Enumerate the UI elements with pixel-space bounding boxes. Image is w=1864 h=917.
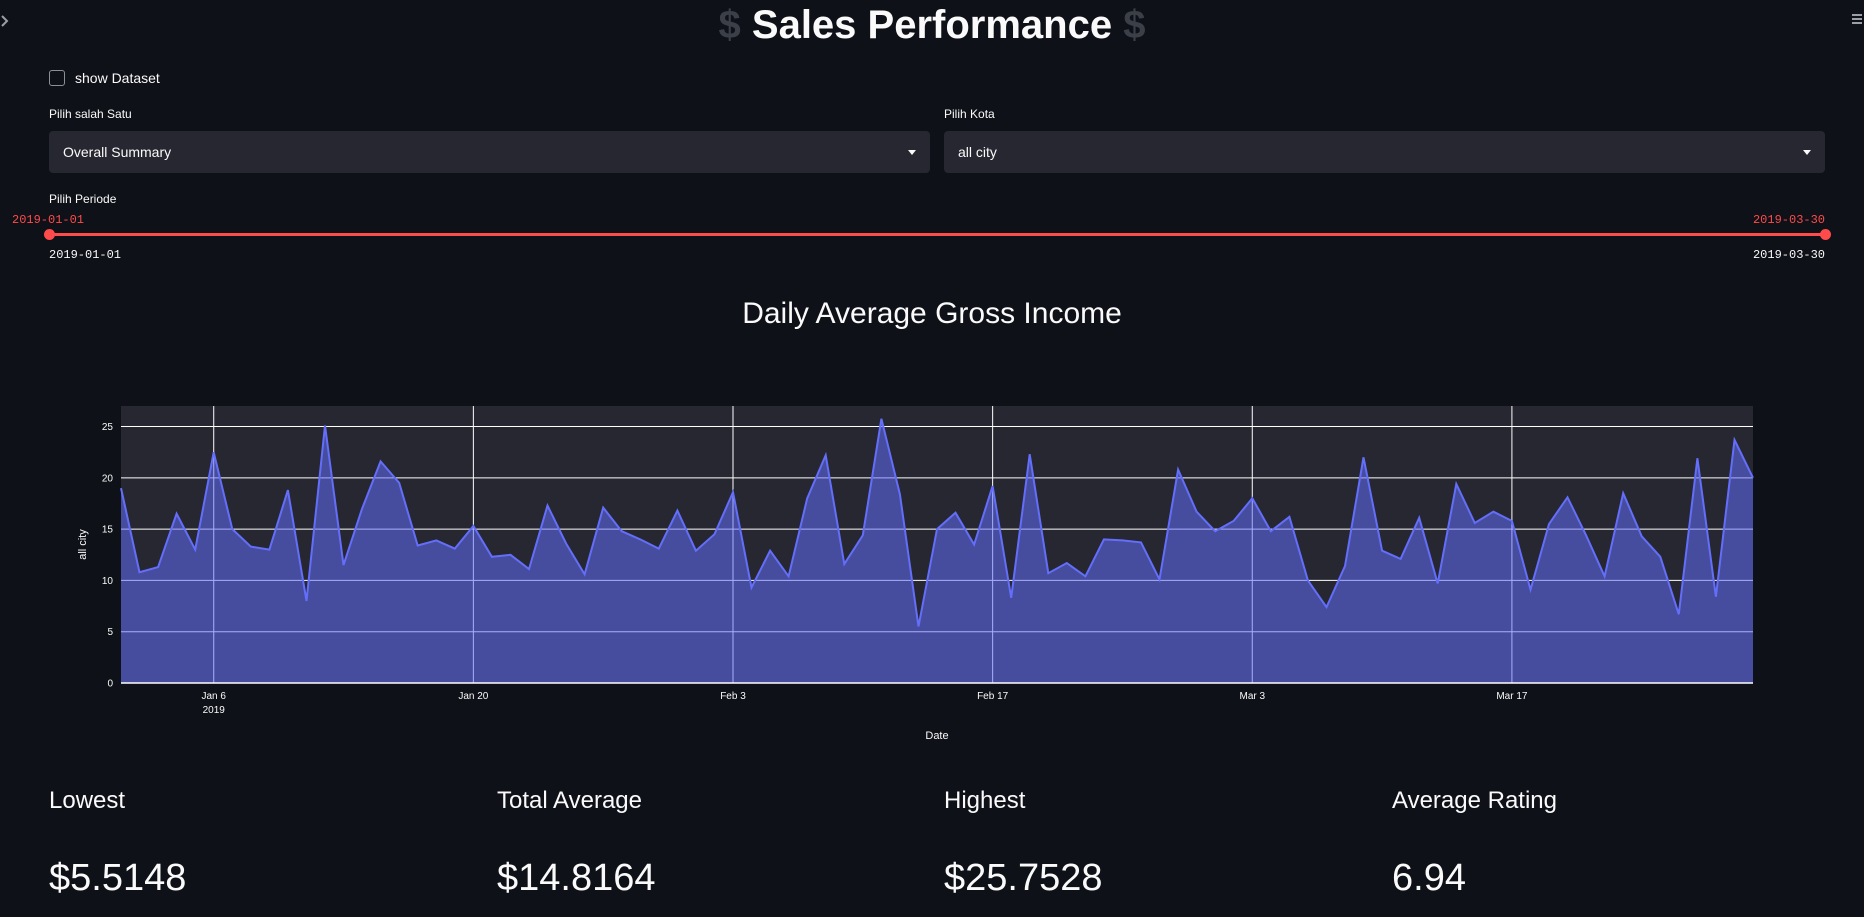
show-dataset-label: show Dataset [75,70,160,86]
dollar-right: $ [1123,3,1146,47]
slider-end-value: 2019-03-30 [1752,213,1825,227]
y-tick-label: 10 [102,576,114,587]
y-axis-title: all city [77,529,89,560]
metric-average-value: $14.8164 [497,857,656,899]
y-tick-label: 20 [102,473,114,484]
x-tick-label: Feb 3 [720,691,746,702]
metric-lowest-label: Lowest [49,787,126,814]
page-title: $ Sales Performance $ [0,2,1864,48]
slider-start-value: 2019-01-01 [12,213,85,227]
metric-rating-label: Average Rating [1392,787,1557,814]
city-select[interactable]: all city [944,131,1825,173]
y-tick-label: 5 [107,627,113,638]
metric-highest-value: $25.7528 [944,857,1103,899]
y-tick-label: 25 [102,422,114,433]
chart-title: Daily Average Gross Income [742,297,1122,330]
chevron-down-icon [908,149,916,155]
dollar-left: $ [718,3,741,47]
show-dataset-checkbox[interactable] [49,70,65,86]
period-label: Pilih Periode [49,192,117,206]
x-tick-label: Mar 3 [1239,691,1265,702]
period-slider-end-handle[interactable] [1820,229,1831,240]
x-tick-year-label: 2019 [203,705,226,716]
city-select-value: all city [958,144,997,160]
period-slider-track[interactable] [49,233,1825,236]
metric-rating-value: 6.94 [1392,857,1466,899]
x-tick-label: Jan 20 [458,691,488,702]
x-tick-label: Feb 17 [977,691,1009,702]
period-slider-start-handle[interactable] [44,229,55,240]
summary-select-value: Overall Summary [63,144,172,160]
summary-select[interactable]: Overall Summary [49,131,930,173]
show-dataset-toggle[interactable]: show Dataset [49,70,160,86]
metric-lowest-value: $5.5148 [49,857,187,899]
chevron-down-icon [1803,149,1811,155]
metric-highest-label: Highest [944,787,1026,814]
y-tick-label: 15 [102,525,114,536]
summary-select-label: Pilih salah Satu [49,107,132,121]
y-tick-label: 0 [107,679,113,690]
gross-income-chart[interactable]: 0 5 10 15 20 25 Jan 6 2019 Jan 20 Feb 3 Feb 17 Mar … [0,390,1864,750]
title-text: Sales Performance [751,3,1113,47]
x-tick-label: Jan 6 [201,691,226,702]
x-tick-label: Mar 17 [1496,691,1528,702]
slider-max-label: 2019-03-30 [1752,248,1825,262]
x-axis-title: Date [925,730,948,742]
city-select-label: Pilih Kota [944,107,995,121]
metric-average-label: Total Average [497,787,642,814]
slider-min-label: 2019-01-01 [49,248,122,262]
